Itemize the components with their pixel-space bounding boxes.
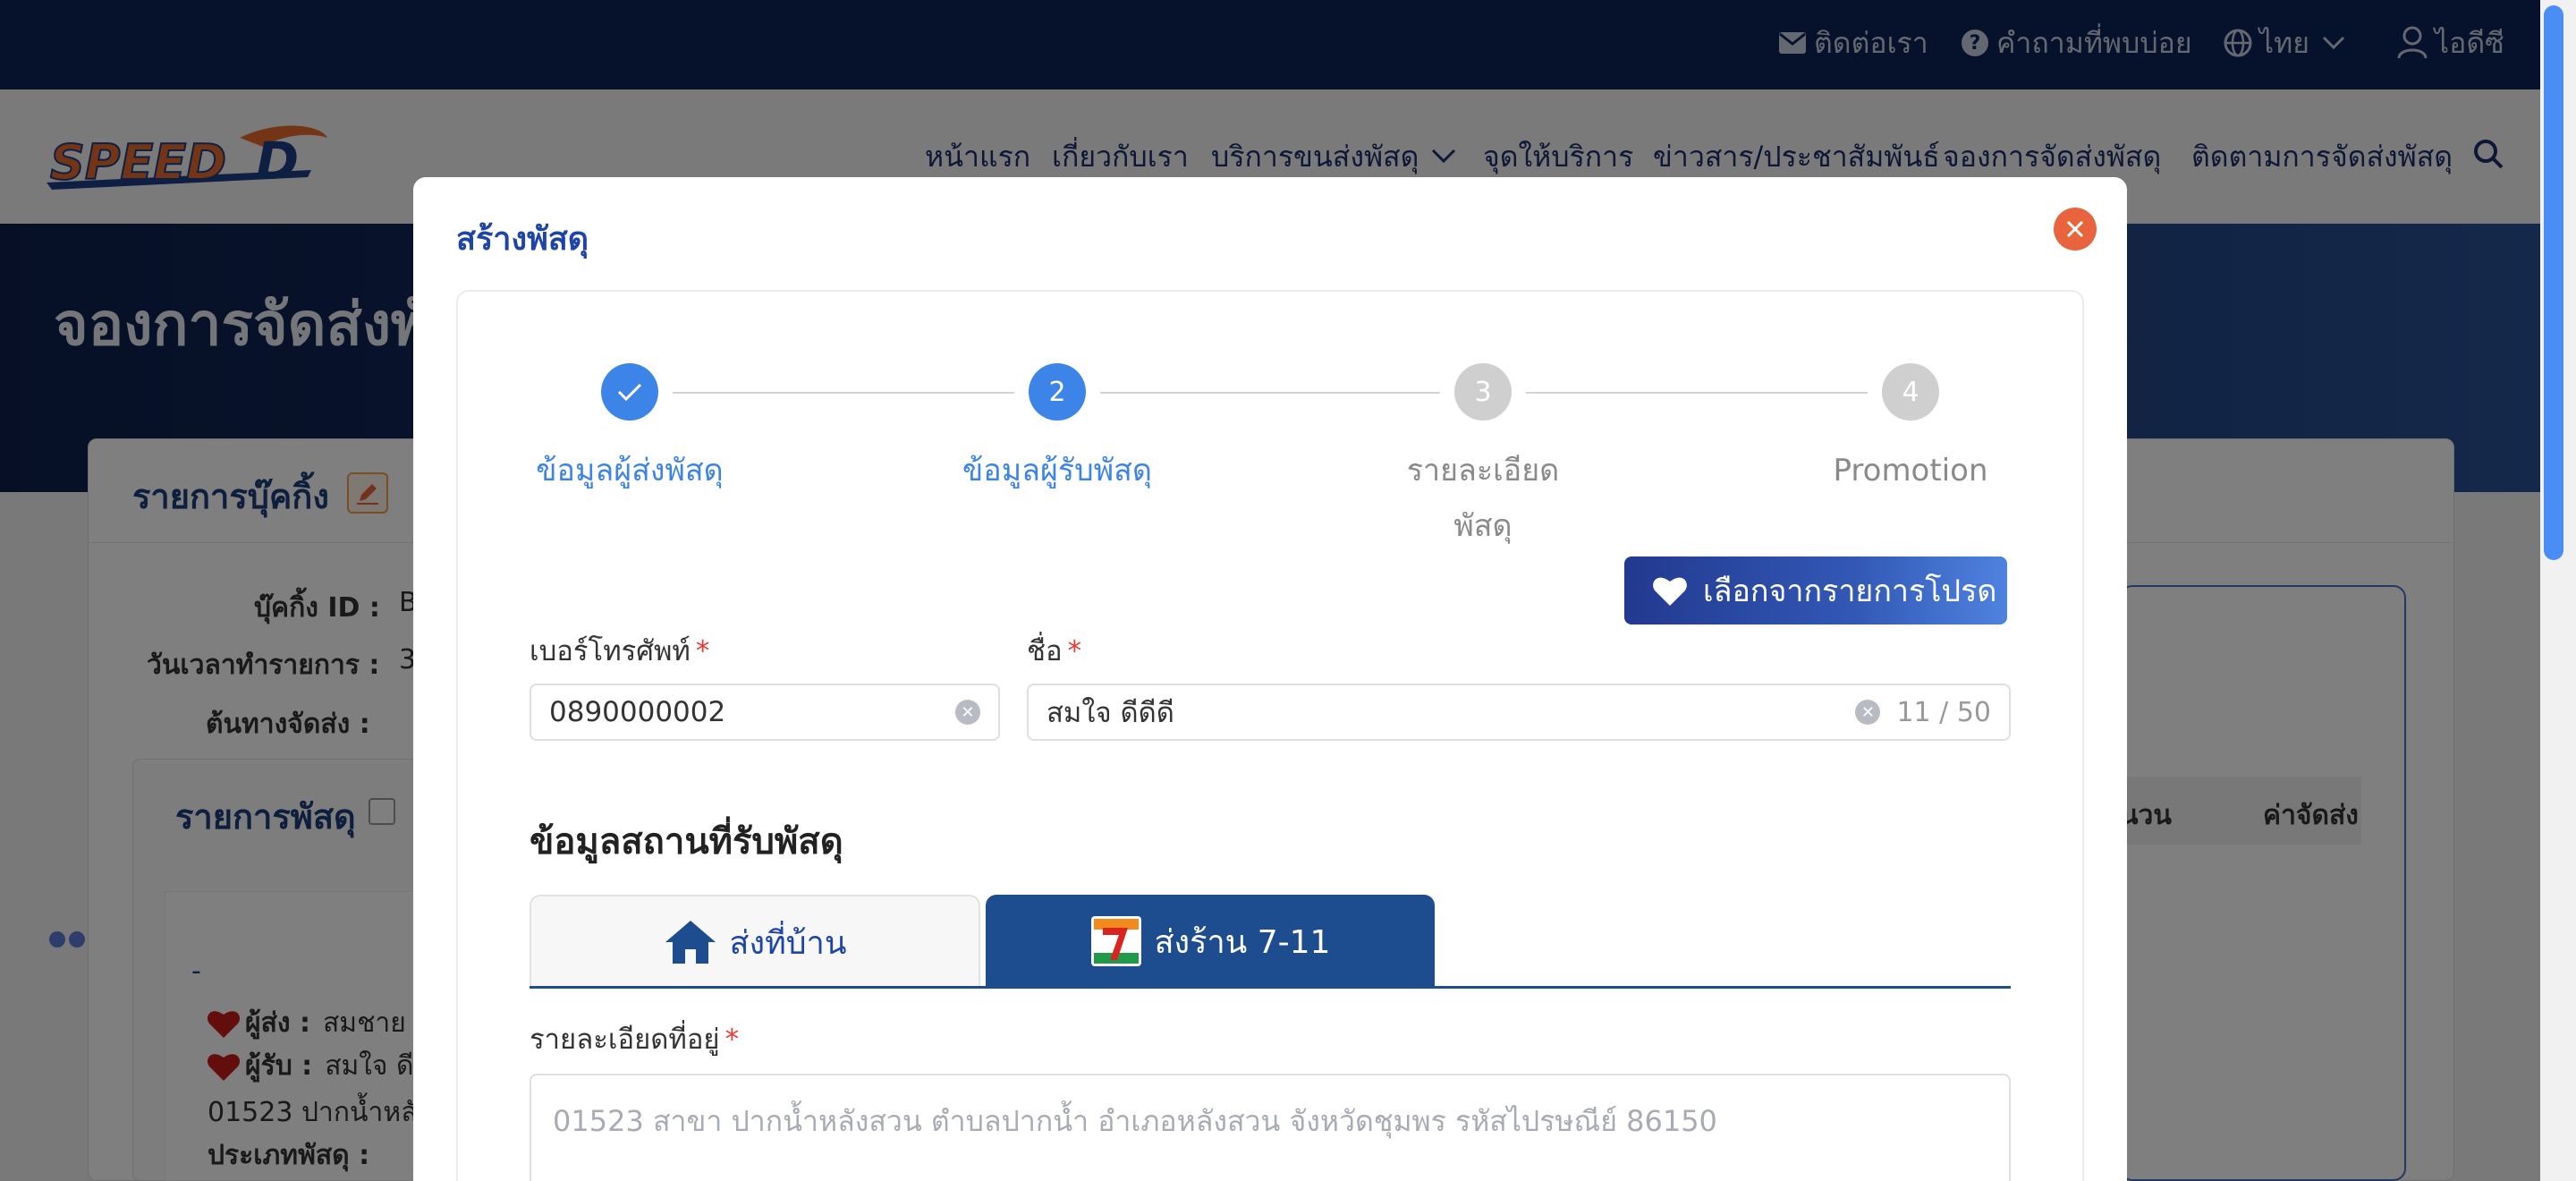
phone-label-text: เบอร์โทรศัพท์ — [530, 635, 691, 667]
close-icon — [2065, 219, 2085, 239]
modal-title: สร้างพัสดุ — [456, 221, 589, 258]
step-connector-2 — [1100, 392, 1440, 394]
required-mark: * — [695, 635, 710, 667]
step-4-circle: 4 — [1882, 363, 1939, 421]
address-label-text: รายละเอียดที่อยู่ — [530, 1024, 720, 1056]
address-textarea[interactable]: 01523 สาขา ปากน้ำหลังสวน ตำบลปากน้ำ อำเภ… — [530, 1074, 2011, 1181]
clear-icon[interactable]: ✕ — [955, 700, 980, 725]
tab-underline — [530, 986, 2011, 989]
step-2-label: ข้อมูลผู้รับพัสดุ — [962, 453, 1152, 489]
heart-icon — [1651, 574, 1703, 607]
phone-input[interactable]: 0890000002 ✕ — [530, 684, 1000, 741]
name-input[interactable]: สมใจ ดีดีดี ✕ 11 / 50 — [1027, 684, 2011, 741]
tab-711-label: ส่งร้าน 7-11 — [1154, 923, 1331, 961]
step-3-label: รายละเอียด — [1406, 453, 1560, 489]
seven-eleven-icon — [1090, 915, 1155, 967]
tab-home-delivery[interactable]: ส่งที่บ้าน — [530, 895, 980, 988]
step-1-label: ข้อมูลผู้ส่งพัสดุ — [536, 453, 724, 489]
favorite-button-label: เลือกจากรายการโปรด — [1703, 574, 1997, 609]
name-input-value: สมใจ ดีดีดี — [1046, 697, 1174, 729]
clear-icon[interactable]: ✕ — [1855, 700, 1881, 725]
address-label: รายละเอียดที่อยู่ * — [530, 1016, 739, 1061]
step-connector-3 — [1526, 392, 1868, 394]
name-char-count: 11 / 50 — [1896, 696, 1991, 728]
phone-input-value: 0890000002 — [549, 696, 726, 728]
name-label-text: ชื่อ — [1027, 635, 1063, 667]
close-button[interactable] — [2054, 208, 2097, 251]
name-label: ชื่อ * — [1027, 628, 1081, 673]
phone-label: เบอร์โทรศัพท์ * — [530, 628, 709, 673]
step-1-circle[interactable] — [601, 363, 658, 421]
tab-711-delivery[interactable]: ส่งร้าน 7-11 — [986, 895, 1435, 988]
step-4-label: Promotion — [1833, 453, 1988, 489]
step-3-label-line2: พัสดุ — [1453, 508, 1513, 544]
check-icon — [617, 382, 642, 402]
required-mark: * — [1067, 635, 1082, 667]
scrollbar-thumb[interactable] — [2544, 5, 2563, 560]
step-2-circle[interactable]: 2 — [1029, 363, 1086, 421]
step-connector-1 — [673, 392, 1014, 394]
pickup-location-heading: ข้อมูลสถานที่รับพัสดุ — [530, 821, 843, 862]
tab-home-label: ส่งที่บ้าน — [729, 924, 847, 962]
select-from-favorites-button[interactable]: เลือกจากรายการโปรด — [1624, 557, 2007, 624]
required-mark: * — [724, 1024, 740, 1056]
step-3-circle: 3 — [1454, 363, 1512, 421]
home-icon — [664, 919, 730, 965]
